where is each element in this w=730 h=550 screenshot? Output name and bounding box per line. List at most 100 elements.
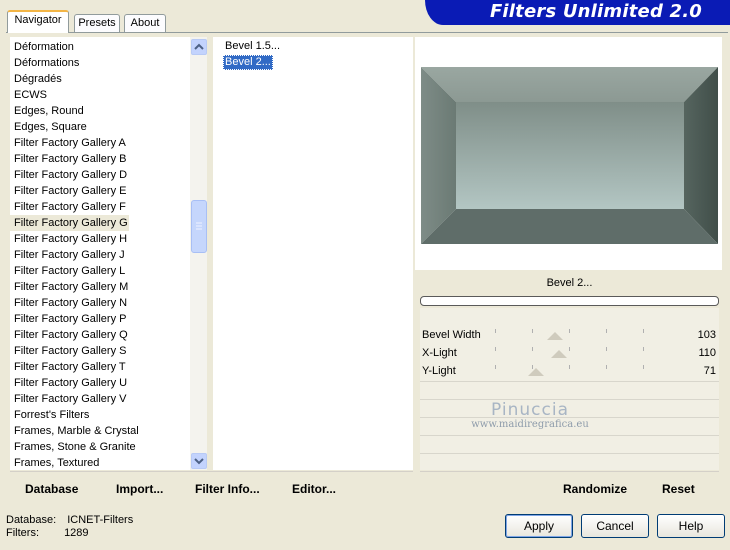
filter-info-button[interactable]: Filter Info...: [195, 482, 260, 496]
tab-about[interactable]: About: [124, 14, 166, 32]
category-item[interactable]: Filter Factory Gallery H: [10, 231, 127, 247]
import-button[interactable]: Import...: [116, 482, 163, 496]
category-item[interactable]: Filter Factory Gallery N: [10, 295, 127, 311]
filter-item-label: Bevel 2...: [225, 56, 271, 68]
param-bevel-width[interactable]: Bevel Width 103: [420, 327, 719, 344]
param-slider[interactable]: [495, 327, 644, 344]
filter-item[interactable]: Bevel 1.5...: [223, 39, 282, 54]
database-button-label: Database: [25, 482, 79, 496]
category-item[interactable]: Frames, Marble & Crystal: [10, 423, 139, 439]
tab-panel-border: [6, 32, 728, 33]
category-item[interactable]: Edges, Round: [10, 103, 84, 119]
param-row-empty: [420, 435, 719, 450]
tab-navigator-label: Navigator: [14, 14, 62, 26]
param-x-light[interactable]: X-Light 110: [420, 345, 719, 362]
filter-info-button-label: Filter Info...: [195, 482, 260, 496]
param-label: Bevel Width: [422, 329, 481, 341]
randomize-button-label: Randomize: [563, 482, 628, 496]
help-button[interactable]: Help: [657, 514, 725, 538]
left-action-strip: Database Import... Filter Info... Editor…: [10, 471, 413, 501]
category-item[interactable]: Filter Factory Gallery B: [10, 151, 126, 167]
cancel-button[interactable]: Cancel: [581, 514, 649, 538]
tab-navigator[interactable]: Navigator: [7, 10, 69, 33]
category-item[interactable]: Filter Factory Gallery S: [10, 343, 126, 359]
category-item[interactable]: Filter Factory Gallery Q: [10, 327, 128, 343]
preview-panel: [415, 37, 722, 270]
category-scrollbar[interactable]: [190, 37, 207, 470]
category-list[interactable]: Déformation Déformations Dégradés ECWS Edges…: [10, 37, 190, 470]
preview-label-bar: Bevel 2...: [420, 272, 719, 294]
watermark: Pinuccia www.maidiregrafica.eu: [455, 400, 605, 430]
category-item[interactable]: Filter Factory Gallery P: [10, 311, 126, 327]
help-button-label: Help: [678, 519, 704, 533]
category-item[interactable]: Filter Factory Gallery J: [10, 247, 125, 263]
category-item[interactable]: Edges, Square: [10, 119, 87, 135]
filter-list[interactable]: Bevel 1.5... Bevel 2...: [213, 37, 413, 470]
preview-image: [421, 67, 718, 244]
filters-count-label: Filters:: [6, 527, 39, 539]
param-value: 110: [698, 347, 716, 359]
param-value: 103: [697, 329, 716, 341]
watermark-url: www.maidiregrafica.eu: [471, 419, 589, 430]
category-item[interactable]: ECWS: [10, 87, 47, 103]
category-item[interactable]: Dégradés: [10, 71, 62, 87]
param-value: 71: [703, 365, 716, 377]
slider-thumb[interactable]: [547, 332, 564, 340]
database-label: Database:: [6, 514, 57, 526]
category-item[interactable]: Filter Factory Gallery M: [10, 279, 128, 295]
chevron-up-icon: [194, 43, 204, 50]
reset-button-label: Reset: [662, 482, 695, 496]
param-label: X-Light: [422, 347, 457, 359]
category-item[interactable]: Filter Factory Gallery F: [10, 199, 126, 215]
grip-icon: [196, 222, 202, 230]
cancel-button-label: Cancel: [596, 519, 634, 533]
banner-title: Filters Unlimited 2.0: [489, 1, 702, 22]
category-item[interactable]: Forrest's Filters: [10, 407, 89, 423]
category-item-selected[interactable]: Filter Factory Gallery G: [10, 215, 129, 231]
chevron-down-icon: [194, 458, 204, 465]
category-item[interactable]: Filter Factory Gallery E: [10, 183, 126, 199]
database-value: ICNET-Filters: [67, 514, 134, 526]
tab-about-label: About: [130, 17, 160, 29]
tab-presets-label: Presets: [78, 17, 116, 29]
preview-label: Bevel 2...: [546, 277, 593, 289]
right-action-strip: Randomize Reset: [420, 471, 719, 501]
category-item[interactable]: Filter Factory Gallery A: [10, 135, 126, 151]
category-item[interactable]: Déformation: [10, 39, 74, 55]
param-row-empty: [420, 381, 719, 396]
param-row-empty: [420, 453, 719, 468]
category-item[interactable]: Frames, Textured: [10, 455, 99, 471]
scroll-down-button[interactable]: [191, 453, 207, 469]
randomize-button[interactable]: Randomize: [563, 482, 627, 496]
param-slider[interactable]: [495, 345, 644, 362]
filter-item-selected[interactable]: Bevel 2...: [223, 55, 273, 70]
import-button-label: Import...: [116, 482, 164, 496]
title-banner: Filters Unlimited 2.0: [425, 0, 730, 25]
param-slider[interactable]: [495, 363, 644, 380]
param-y-light[interactable]: Y-Light 71: [420, 363, 719, 380]
scroll-thumb[interactable]: [191, 200, 207, 253]
category-item[interactable]: Filter Factory Gallery V: [10, 391, 126, 407]
slider-thumb[interactable]: [528, 368, 545, 376]
category-item[interactable]: Filter Factory Gallery D: [10, 167, 127, 183]
editor-button[interactable]: Editor...: [292, 482, 336, 496]
status-area: Database: ICNET-Filters Filters: 1289: [6, 514, 206, 544]
param-label: Y-Light: [422, 365, 456, 377]
reset-button[interactable]: Reset: [662, 482, 695, 496]
category-item[interactable]: Déformations: [10, 55, 79, 71]
apply-button[interactable]: Apply: [505, 514, 573, 538]
category-item[interactable]: Filter Factory Gallery T: [10, 359, 126, 375]
tab-presets[interactable]: Presets: [74, 14, 120, 32]
scroll-up-button[interactable]: [191, 39, 207, 55]
slider-thumb[interactable]: [551, 350, 568, 358]
database-button[interactable]: Database: [25, 482, 78, 496]
category-item[interactable]: Frames, Stone & Granite: [10, 439, 136, 455]
filter-item-label: Bevel 1.5...: [225, 40, 281, 52]
category-item[interactable]: Filter Factory Gallery L: [10, 263, 125, 279]
category-item[interactable]: Filter Factory Gallery U: [10, 375, 127, 391]
editor-button-label: Editor...: [292, 482, 337, 496]
progress-bar: [420, 296, 719, 306]
filters-count-value: 1289: [64, 527, 89, 539]
apply-button-label: Apply: [523, 519, 555, 533]
watermark-name: Pinuccia: [491, 400, 569, 420]
